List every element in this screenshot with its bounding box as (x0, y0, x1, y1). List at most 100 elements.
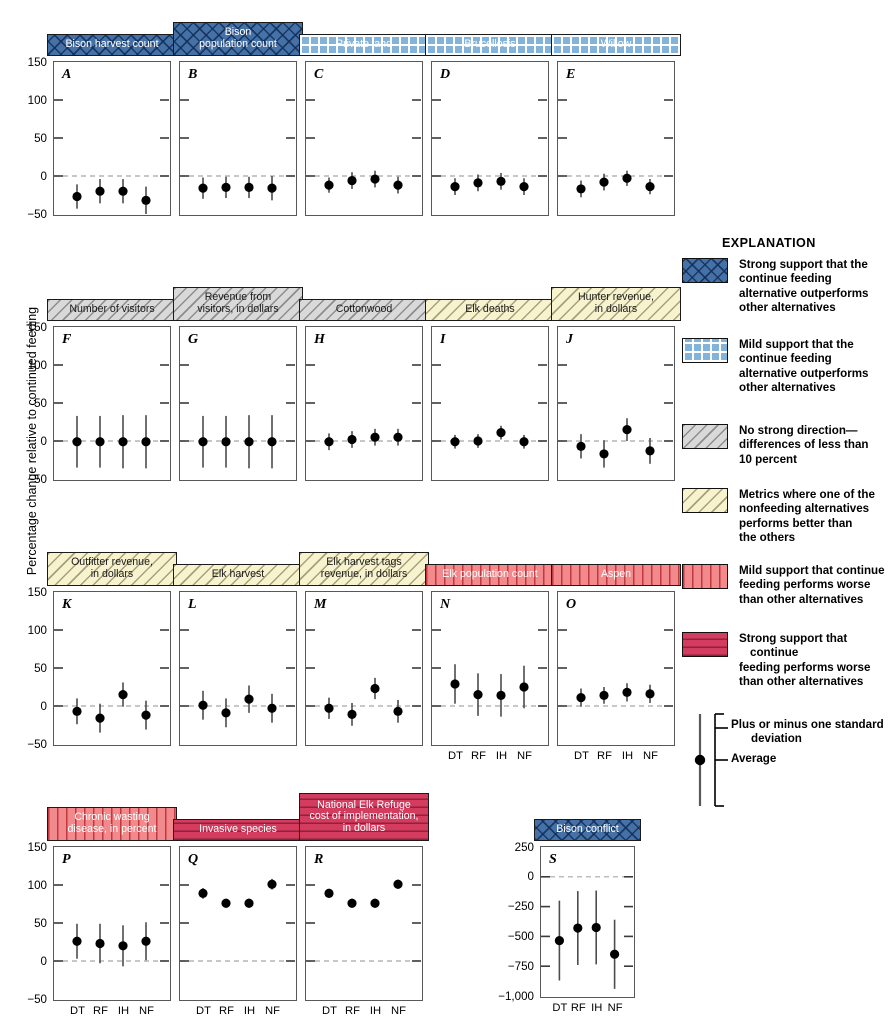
panel-letter-k: K (62, 597, 72, 612)
y-tick-label: 150 (27, 55, 47, 69)
explanation-item: Strong support that the continue feeding a… (682, 258, 893, 316)
plot-box-k (53, 591, 171, 746)
data-point (118, 186, 128, 196)
plot-box-f (53, 326, 171, 481)
data-point (622, 173, 632, 183)
panel-header-j: Hunter revenue, in dollars (551, 287, 681, 321)
plot-canvas-e (558, 99, 673, 198)
panel-header-k: Outfitter revenue, in dollars (47, 552, 177, 586)
data-point (610, 949, 620, 959)
panel-header-p: Chronic wasting disease, in percent (47, 807, 177, 841)
data-point (118, 437, 128, 447)
explanation-swatch-mild-red (682, 564, 728, 589)
panel-header-m: Elk harvest tags revenue, in dollars (299, 552, 429, 586)
plot-box-p (53, 846, 171, 1001)
panel-header-label: Bison harvest count (65, 38, 159, 51)
y-tick-label: 150 (27, 585, 47, 599)
data-point (347, 434, 357, 445)
y-tick-label: 0 (40, 169, 47, 183)
plot-box-i (431, 326, 549, 481)
data-point (118, 690, 128, 700)
panel-header-label: Invasive species (199, 823, 277, 836)
data-point (519, 682, 529, 692)
explanation-text: Strong support that the continue feeding a… (739, 258, 869, 315)
data-point (599, 690, 609, 700)
plot-box-e (557, 61, 675, 216)
explanation-swatch-mild-blue (682, 338, 728, 363)
y-tick-label: 150 (27, 840, 47, 854)
panel-header-q: Invasive species (173, 819, 303, 841)
panel-letter-c: C (314, 67, 324, 82)
data-point (198, 888, 208, 898)
errorbar-key-mean-label: Average (731, 752, 777, 765)
panel-letter-r: R (314, 852, 324, 867)
x-tick-label: NF (265, 1005, 280, 1017)
data-point (450, 182, 460, 192)
plot-canvas-q (180, 878, 295, 962)
y-tick-label: −1,000 (498, 989, 534, 1003)
panel-letter-e: E (566, 67, 576, 82)
data-point (473, 690, 483, 700)
data-point (198, 700, 208, 710)
data-point (645, 689, 655, 699)
panel-letter-s: S (549, 852, 557, 867)
panel-header-label: Brucellosis (464, 38, 516, 51)
panel-header-label: Bison conflict (556, 823, 619, 836)
y-tick-label: −50 (27, 207, 47, 221)
panel-letter-m: M (314, 597, 327, 612)
plot-canvas-n (432, 629, 547, 717)
panel-letter-g: G (188, 332, 199, 347)
y-tick-label: 100 (27, 623, 47, 637)
x-tick-label: NF (517, 750, 532, 762)
plot-canvas-g (180, 364, 295, 469)
plot-canvas-k (54, 629, 169, 733)
panel-header-label: Elk harvest tags revenue, in dollars (320, 556, 408, 580)
data-point (141, 437, 151, 447)
data-point (599, 449, 609, 459)
panel-header-label: Outfitter revenue, in dollars (71, 556, 153, 580)
panel-header-c: Private land (299, 34, 429, 56)
data-point (95, 437, 105, 447)
data-point (347, 175, 357, 186)
y-tick-label: 150 (27, 320, 47, 334)
plot-canvas-i (432, 364, 547, 449)
data-point (72, 936, 82, 946)
y-tick-label: 50 (34, 131, 47, 145)
data-point (141, 710, 151, 720)
panel-header-r: National Elk Refuge cost of implementatio… (299, 793, 429, 841)
data-point (645, 446, 655, 456)
panel-header-g: Revenue from visitors, in dollars (173, 287, 303, 321)
plot-canvas-m (306, 629, 421, 726)
panel-header-label: National Elk Refuge cost of implementatio… (309, 798, 419, 834)
data-point (267, 703, 277, 713)
data-point (622, 687, 632, 697)
plot-canvas-a (54, 99, 169, 214)
explanation-item: Metrics where one of the nonfeeding alter… (682, 488, 893, 546)
data-point (324, 703, 334, 713)
data-point (496, 690, 506, 700)
panel-header-a: Bison harvest count (47, 34, 177, 56)
data-point (95, 713, 105, 723)
explanation-item: No strong direction— differences of less … (682, 424, 893, 467)
plot-canvas-p (54, 884, 169, 967)
data-point (393, 706, 403, 716)
panel-header-label: Private land (336, 38, 392, 51)
data-point (622, 425, 632, 435)
key-average-dot (694, 754, 706, 766)
y-tick-label: 50 (34, 396, 47, 410)
plot-box-m (305, 591, 423, 746)
data-point (267, 879, 277, 889)
panel-letter-l: L (188, 597, 197, 612)
y-tick-label: 100 (27, 878, 47, 892)
y-tick-label: 0 (40, 434, 47, 448)
data-point (496, 176, 506, 186)
data-point (496, 428, 506, 438)
y-tick-label: −50 (27, 737, 47, 751)
y-tick-label: 0 (40, 954, 47, 968)
data-point (370, 898, 380, 908)
panel-header-s: Bison conflict (534, 819, 641, 841)
data-point (576, 184, 586, 194)
data-point (393, 879, 403, 889)
data-point (576, 441, 586, 451)
data-point (118, 941, 128, 951)
